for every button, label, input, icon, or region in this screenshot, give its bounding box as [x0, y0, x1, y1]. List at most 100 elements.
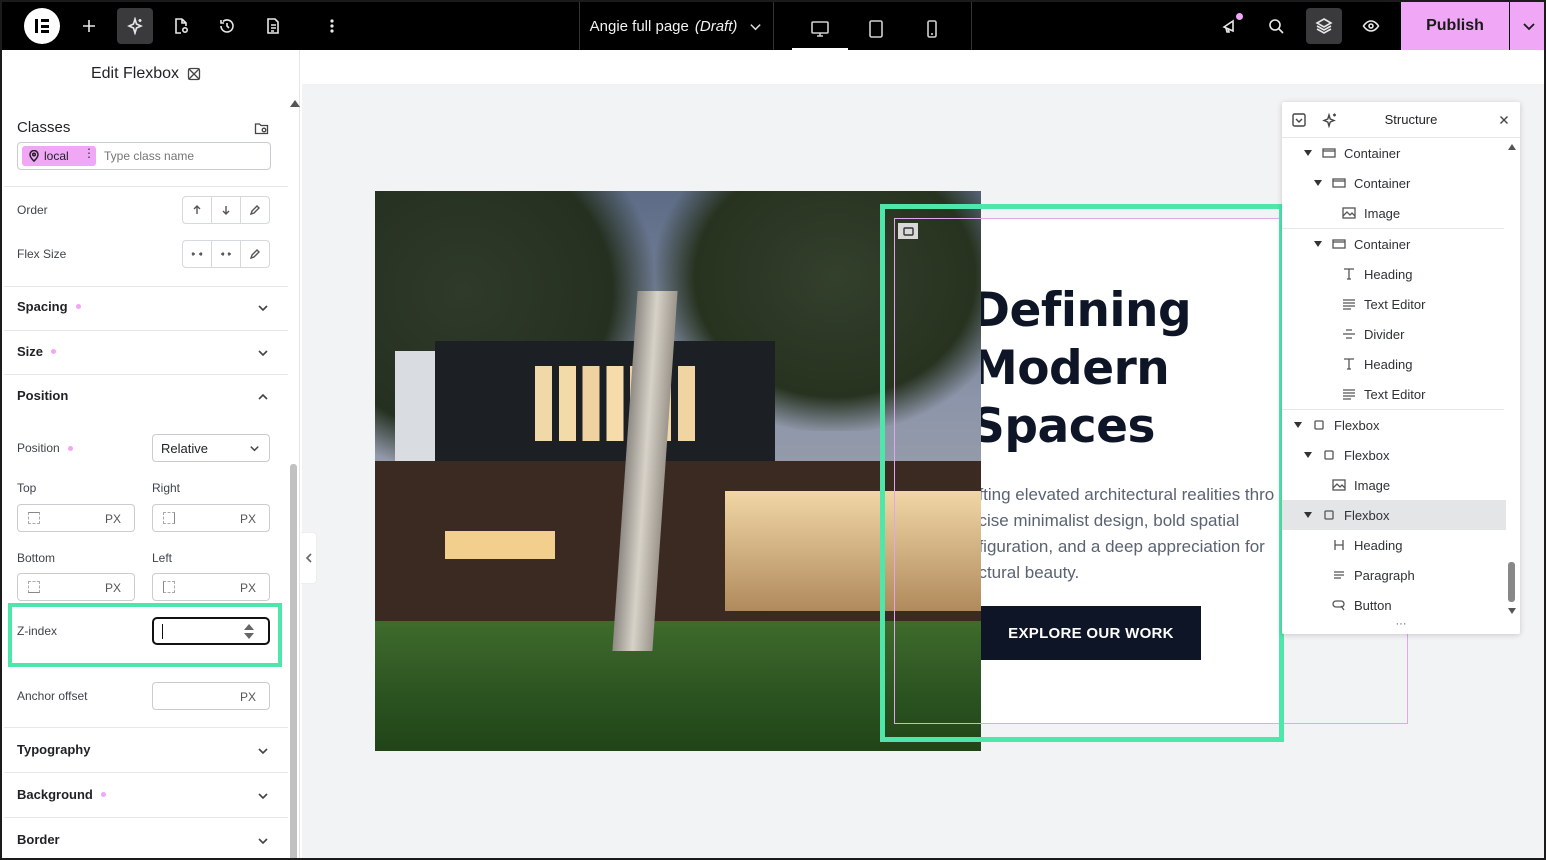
structure-toggle-button[interactable]: [1306, 8, 1342, 44]
caret-down-icon[interactable]: [1304, 150, 1312, 156]
history-button[interactable]: [209, 8, 245, 44]
structure-item[interactable]: Container: [1282, 229, 1506, 259]
order-last-button[interactable]: [212, 197, 241, 223]
scroll-thumb[interactable]: [290, 464, 297, 858]
publish-options-button[interactable]: [1510, 2, 1544, 50]
chevron-down-icon[interactable]: [256, 789, 270, 803]
structure-item[interactable]: Container: [1282, 138, 1506, 168]
chevron-down-icon[interactable]: [256, 346, 270, 360]
structure-item[interactable]: Heading: [1282, 349, 1506, 379]
typography-section-toggle[interactable]: Typography: [17, 742, 90, 757]
resize-handle[interactable]: ···: [1282, 619, 1520, 634]
class-chip-label: local: [44, 149, 69, 163]
more-options-button[interactable]: [314, 8, 350, 44]
close-structure-button[interactable]: [1496, 112, 1512, 128]
unit-selector[interactable]: PX: [105, 512, 121, 526]
position-value: Relative: [161, 440, 208, 456]
order-custom-button[interactable]: [241, 197, 269, 223]
order-first-button[interactable]: [183, 197, 212, 223]
flex-shrink-button[interactable]: [212, 241, 241, 267]
chevron-down-icon[interactable]: [256, 834, 270, 848]
structure-item[interactable]: Text Editor: [1282, 289, 1506, 319]
structure-item-label: Flexbox: [1344, 507, 1390, 523]
caret-down-icon[interactable]: [1304, 512, 1312, 518]
scroll-up-arrow[interactable]: [290, 100, 300, 107]
elementor-logo[interactable]: [24, 8, 60, 44]
side-top-icon: [28, 512, 40, 524]
position-select[interactable]: Relative: [152, 434, 270, 462]
caret-down-icon[interactable]: [1294, 422, 1302, 428]
spin-down-icon[interactable]: [244, 633, 254, 639]
zindex-spinner[interactable]: [244, 623, 254, 641]
modified-indicator: [51, 349, 57, 354]
structure-item[interactable]: Divider: [1282, 319, 1506, 349]
chevron-up-icon[interactable]: [256, 390, 270, 404]
publish-button[interactable]: Publish: [1401, 2, 1509, 50]
text-editor-icon: [1342, 297, 1356, 311]
structure-item[interactable]: Image: [1282, 470, 1506, 500]
divider: [4, 817, 288, 818]
whats-new-button[interactable]: [1212, 8, 1248, 44]
background-section-toggle[interactable]: Background: [17, 787, 106, 802]
structure-item[interactable]: Heading: [1282, 259, 1506, 289]
structure-item[interactable]: Paragraph: [1282, 560, 1506, 590]
bottom-offset-input[interactable]: PX: [17, 573, 135, 601]
panel-scrollbar[interactable]: [288, 98, 300, 858]
structure-item[interactable]: Image: [1282, 198, 1506, 228]
border-section-toggle[interactable]: Border: [17, 832, 60, 847]
class-name-input[interactable]: [104, 147, 264, 165]
flex-grow-button[interactable]: [183, 241, 212, 267]
divider: [4, 727, 288, 728]
structure-item[interactable]: Container: [1282, 168, 1506, 198]
caret-down-icon[interactable]: [1304, 452, 1312, 458]
add-element-button[interactable]: [71, 8, 107, 44]
structure-item-selected[interactable]: Flexbox: [1282, 500, 1506, 530]
tablet-view-button[interactable]: [848, 8, 904, 50]
page-settings-button[interactable]: [163, 8, 199, 44]
collapse-panel-button[interactable]: [301, 532, 317, 584]
desktop-icon: [811, 21, 829, 37]
divider-icon: [1342, 327, 1356, 341]
size-section-toggle[interactable]: Size: [17, 344, 57, 359]
structure-doc-button[interactable]: [255, 8, 291, 44]
preview-button[interactable]: [1353, 8, 1389, 44]
unit-selector[interactable]: PX: [105, 581, 121, 595]
ai-site-planner-button[interactable]: [117, 8, 153, 44]
caret-down-icon[interactable]: [1314, 180, 1322, 186]
page-title-dropdown[interactable]: Angie full page (Draft): [580, 2, 772, 50]
right-offset-input[interactable]: PX: [152, 504, 270, 532]
spacing-section-toggle[interactable]: Spacing: [17, 299, 81, 314]
unit-selector[interactable]: PX: [240, 690, 256, 704]
scroll-thumb[interactable]: [1508, 562, 1515, 602]
unit-selector[interactable]: PX: [240, 512, 256, 526]
spin-up-icon[interactable]: [244, 624, 254, 630]
zindex-label: Z-index: [17, 624, 58, 638]
structure-item[interactable]: Button: [1282, 590, 1506, 620]
structure-item[interactable]: Heading: [1282, 530, 1506, 560]
desktop-view-button[interactable]: [792, 8, 848, 50]
unit-selector[interactable]: PX: [240, 581, 256, 595]
search-button[interactable]: [1258, 8, 1294, 44]
section-title: Spacing: [17, 299, 68, 314]
structure-item[interactable]: Flexbox: [1282, 410, 1506, 440]
panel-title: Edit Flexbox: [90, 65, 180, 82]
structure-scrollbar[interactable]: [1508, 138, 1518, 618]
chevron-down-icon[interactable]: [256, 744, 270, 758]
class-manager-button[interactable]: [254, 120, 270, 136]
chip-menu-icon[interactable]: ⋮: [83, 146, 95, 160]
left-offset-input[interactable]: PX: [152, 573, 270, 601]
anchor-offset-input[interactable]: PX: [152, 682, 270, 710]
position-section-toggle[interactable]: Position: [17, 388, 68, 403]
class-selector[interactable]: local ⋮: [17, 142, 271, 170]
chevron-down-icon[interactable]: [256, 301, 270, 315]
flex-custom-button[interactable]: [241, 241, 269, 267]
element-handle[interactable]: [898, 223, 918, 239]
scroll-down-arrow[interactable]: [1508, 608, 1516, 614]
mobile-view-button[interactable]: [904, 8, 960, 50]
top-offset-input[interactable]: PX: [17, 504, 135, 532]
zindex-input[interactable]: [152, 617, 270, 645]
structure-item[interactable]: Flexbox: [1282, 440, 1506, 470]
scroll-up-arrow[interactable]: [1508, 144, 1516, 150]
caret-down-icon[interactable]: [1314, 241, 1322, 247]
structure-item[interactable]: Text Editor: [1282, 379, 1506, 409]
